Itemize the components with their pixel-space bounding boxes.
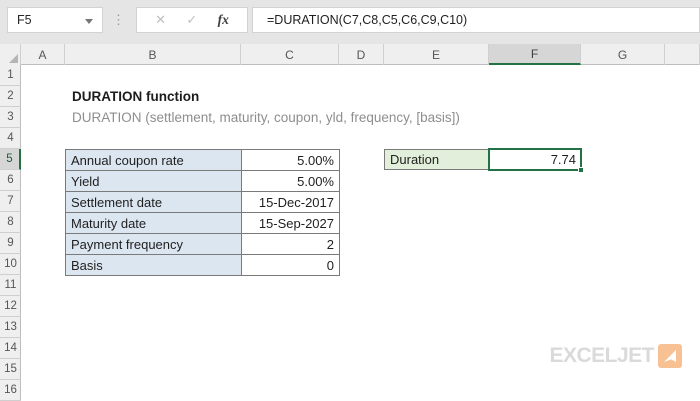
cell-b6-label[interactable]: Yield: [66, 171, 242, 192]
table-row: Yield 5.00%: [66, 171, 340, 192]
formula-text: =DURATION(C7,C8,C5,C6,C9,C10): [267, 13, 468, 27]
cell-b10-label[interactable]: Basis: [66, 255, 242, 276]
function-syntax[interactable]: DURATION (settlement, maturity, coupon, …: [72, 110, 460, 125]
insert-function-icon[interactable]: fx: [218, 12, 229, 28]
cell-b5-label[interactable]: Annual coupon rate: [66, 150, 242, 171]
cell-c7-value[interactable]: 15-Dec-2017: [242, 192, 340, 213]
cell-b7-label[interactable]: Settlement date: [66, 192, 242, 213]
row-header-column: 1 2 3 4 5 6 7 8 9 10 11 12 13 14 15 16: [0, 65, 21, 401]
table-row: Basis 0: [66, 255, 340, 276]
row-header-14[interactable]: 14: [0, 338, 21, 359]
name-box-value: F5: [17, 13, 32, 27]
exceljet-logo: EXCELJET: [500, 343, 682, 368]
cell-c8-value[interactable]: 15-Sep-2027: [242, 213, 340, 234]
cell-f5-selected-cell[interactable]: 7.74: [488, 148, 584, 173]
paper-plane-icon: [658, 343, 682, 368]
column-header-row: A B C D E F G: [0, 44, 700, 65]
result-value: 7.74: [550, 152, 576, 167]
formula-bar-separator-icon: ⋮: [112, 12, 126, 27]
formula-input[interactable]: =DURATION(C7,C8,C5,C6,C9,C10): [252, 7, 700, 33]
table-row: Maturity date 15-Sep-2027: [66, 213, 340, 234]
row-header-3[interactable]: 3: [0, 107, 21, 128]
row-header-6[interactable]: 6: [0, 170, 21, 191]
select-all-button[interactable]: [0, 44, 21, 65]
column-header-f[interactable]: F: [489, 44, 581, 65]
row-header-5[interactable]: 5: [0, 149, 21, 170]
chevron-down-icon[interactable]: [85, 19, 93, 24]
column-header-c[interactable]: C: [241, 44, 339, 65]
row-header-2[interactable]: 2: [0, 86, 21, 107]
table-row: Annual coupon rate 5.00%: [66, 150, 340, 171]
column-header-b[interactable]: B: [65, 44, 241, 65]
row-header-8[interactable]: 8: [0, 212, 21, 233]
select-all-triangle-icon: [9, 54, 18, 63]
cell-e5-result-label[interactable]: Duration: [384, 149, 489, 170]
row-header-9[interactable]: 9: [0, 233, 21, 254]
table-row: Payment frequency 2: [66, 234, 340, 255]
column-header-d[interactable]: D: [339, 44, 384, 65]
row-header-11[interactable]: 11: [0, 275, 21, 296]
row-header-10[interactable]: 10: [0, 254, 21, 275]
row-header-16[interactable]: 16: [0, 380, 21, 401]
page-title[interactable]: DURATION function: [72, 89, 199, 104]
row-header-1[interactable]: 1: [0, 65, 21, 86]
input-table: Annual coupon rate 5.00% Yield 5.00% Set…: [65, 149, 340, 276]
row-header-12[interactable]: 12: [0, 296, 21, 317]
cell-c5-value[interactable]: 5.00%: [242, 150, 340, 171]
table-row: Settlement date 15-Dec-2017: [66, 192, 340, 213]
row-header-7[interactable]: 7: [0, 191, 21, 212]
cell-c10-value[interactable]: 0: [242, 255, 340, 276]
cell-b9-label[interactable]: Payment frequency: [66, 234, 242, 255]
column-header-g[interactable]: G: [581, 44, 665, 65]
column-header-e[interactable]: E: [384, 44, 489, 65]
name-box[interactable]: F5: [7, 7, 103, 33]
column-header-a[interactable]: A: [21, 44, 65, 65]
column-header-h-clipped[interactable]: [665, 44, 700, 65]
row-header-4[interactable]: 4: [0, 128, 21, 149]
fill-handle[interactable]: [578, 167, 584, 173]
cancel-icon[interactable]: ✕: [155, 12, 166, 28]
cell-c6-value[interactable]: 5.00%: [242, 171, 340, 192]
enter-icon[interactable]: ✓: [186, 12, 197, 28]
cell-b8-label[interactable]: Maturity date: [66, 213, 242, 234]
formula-bar-chrome: F5 ⋮ ✕ ✓ fx =DURATION(C7,C8,C5,C6,C9,C10…: [0, 0, 700, 44]
formula-bar-buttons: ✕ ✓ fx: [136, 7, 248, 33]
cell-c9-value[interactable]: 2: [242, 234, 340, 255]
exceljet-logo-text: EXCELJET: [549, 343, 654, 367]
row-header-15[interactable]: 15: [0, 359, 21, 380]
row-header-13[interactable]: 13: [0, 317, 21, 338]
